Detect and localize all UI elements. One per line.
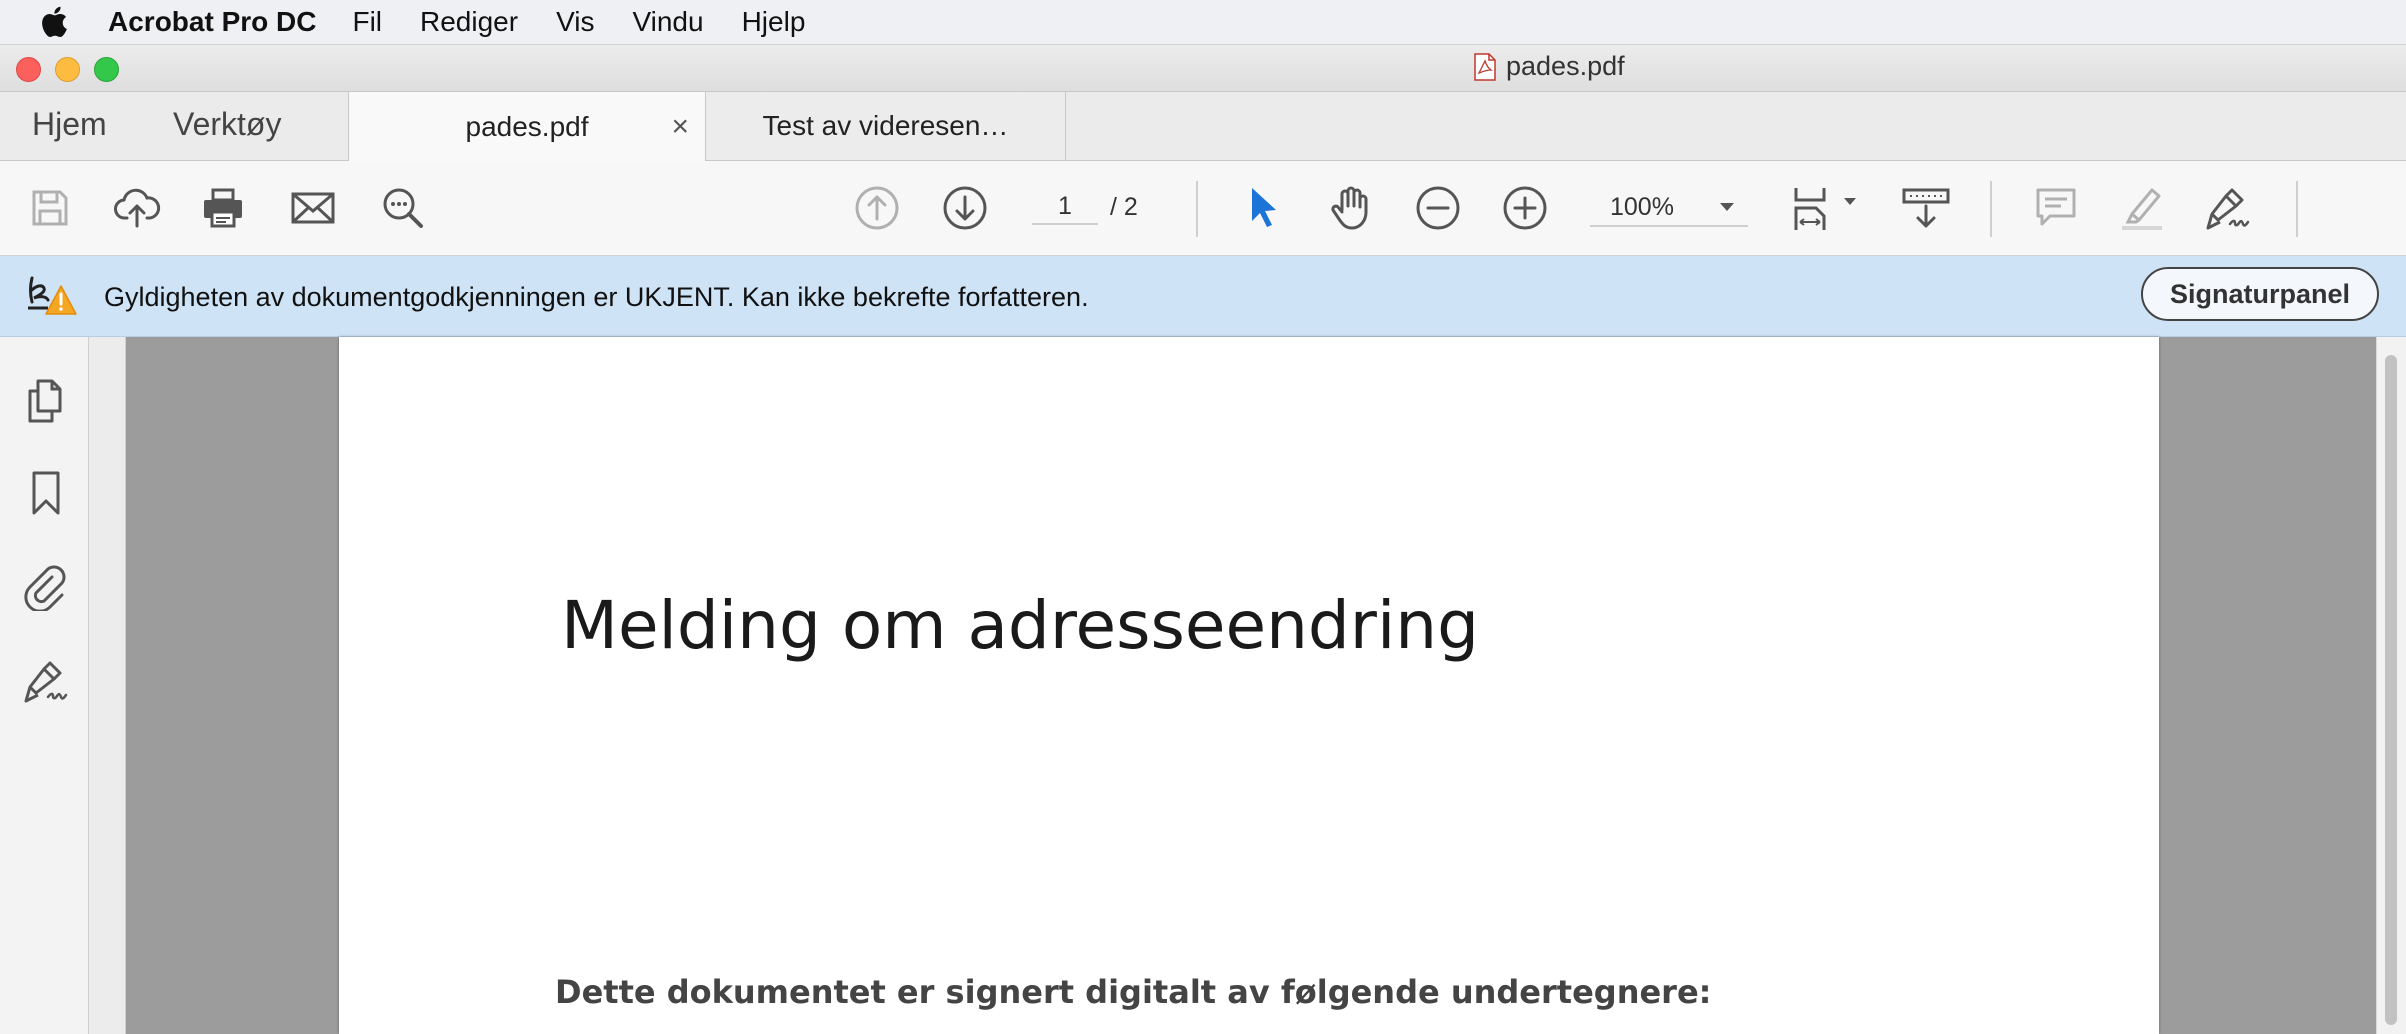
pages-icon[interactable] — [22, 377, 70, 425]
save-icon[interactable] — [26, 184, 74, 232]
signature-panel-button[interactable]: Signaturpanel — [2141, 267, 2379, 321]
tab-document-test[interactable]: Test av videresen… — [706, 92, 1066, 160]
email-icon[interactable] — [289, 184, 337, 232]
signature-status-message: Gyldigheten av dokumentgodkjenningen er … — [104, 282, 1089, 312]
page-up-icon[interactable] — [853, 184, 901, 232]
toolbar-separator — [1990, 181, 1992, 237]
apple-icon[interactable] — [38, 4, 74, 40]
zoom-out-icon[interactable] — [1414, 184, 1462, 232]
tab-tools[interactable]: Verktøy — [173, 106, 281, 143]
highlight-icon[interactable] — [2118, 184, 2166, 232]
zoom-value: 100% — [1610, 193, 1674, 221]
chevron-down-icon — [1720, 203, 1734, 211]
menu-app-name[interactable]: Acrobat Pro DC — [108, 6, 316, 38]
zoom-select[interactable]: 100% — [1590, 185, 1748, 227]
pdf-file-icon — [1474, 52, 1496, 81]
bookmark-icon[interactable] — [22, 469, 70, 517]
pdf-page[interactable]: Melding om adresseendring Dette dokument… — [339, 337, 2159, 1034]
toolbar-separator — [2296, 181, 2298, 237]
comment-icon[interactable] — [2032, 184, 2080, 232]
menu-bar: Acrobat Pro DC Fil Rediger Vis Vindu Hje… — [0, 0, 2406, 45]
select-cursor-icon[interactable] — [1240, 184, 1288, 232]
print-icon[interactable] — [199, 184, 247, 232]
page-down-icon[interactable] — [941, 184, 989, 232]
fit-page-icon[interactable] — [1790, 184, 1860, 232]
tab-document-pades[interactable]: pades.pdf × — [348, 92, 706, 161]
tab-home[interactable]: Hjem — [32, 106, 107, 143]
document-signers-intro: Dette dokumentet er signert digitalt av … — [555, 973, 1712, 1011]
tab-document-label: pades.pdf — [465, 110, 589, 142]
left-navigation-pane — [0, 337, 89, 1034]
signature-status-bar: Gyldigheten av dokumentgodkjenningen er … — [0, 256, 2406, 337]
menu-help[interactable]: Hjelp — [742, 6, 806, 38]
document-viewport[interactable]: Melding om adresseendring Dette dokument… — [126, 337, 2376, 1034]
page-total: / 2 — [1110, 193, 1138, 221]
page-number-input[interactable] — [1032, 189, 1098, 225]
menu-file[interactable]: Fil — [352, 6, 382, 38]
window-title-bar: pades.pdf — [0, 45, 2406, 92]
window-title-text: pades.pdf — [1506, 51, 1625, 81]
menu-window[interactable]: Vindu — [632, 6, 703, 38]
window-minimize-button[interactable] — [55, 57, 80, 82]
menu-edit[interactable]: Rediger — [420, 6, 518, 38]
signature-warning-icon — [28, 276, 77, 315]
hand-icon[interactable] — [1326, 184, 1374, 232]
signature-icon[interactable] — [22, 657, 70, 705]
read-mode-icon[interactable] — [1902, 184, 1950, 232]
window-zoom-button[interactable] — [94, 57, 119, 82]
search-icon[interactable] — [379, 184, 427, 232]
tab-close-icon[interactable]: × — [671, 110, 689, 144]
scrollbar-thumb[interactable] — [2385, 355, 2397, 1025]
toolbar-separator — [1196, 181, 1198, 237]
sign-icon[interactable] — [2204, 184, 2252, 232]
document-heading: Melding om adresseendring — [561, 587, 1480, 664]
toolbar: / 2 100% — [0, 161, 2406, 256]
upload-icon[interactable] — [113, 184, 161, 232]
vertical-scrollbar[interactable] — [2376, 337, 2406, 1034]
window-close-button[interactable] — [16, 57, 41, 82]
tab-bar: Hjem Verktøy pades.pdf × Test av videres… — [0, 92, 2406, 161]
window-title: pades.pdf — [1474, 51, 1625, 82]
attachment-icon[interactable] — [22, 563, 70, 611]
menu-view[interactable]: Vis — [556, 6, 594, 38]
tab-document-label: Test av videresen… — [762, 110, 1009, 141]
pane-gutter — [89, 337, 126, 1034]
zoom-in-icon[interactable] — [1501, 184, 1549, 232]
